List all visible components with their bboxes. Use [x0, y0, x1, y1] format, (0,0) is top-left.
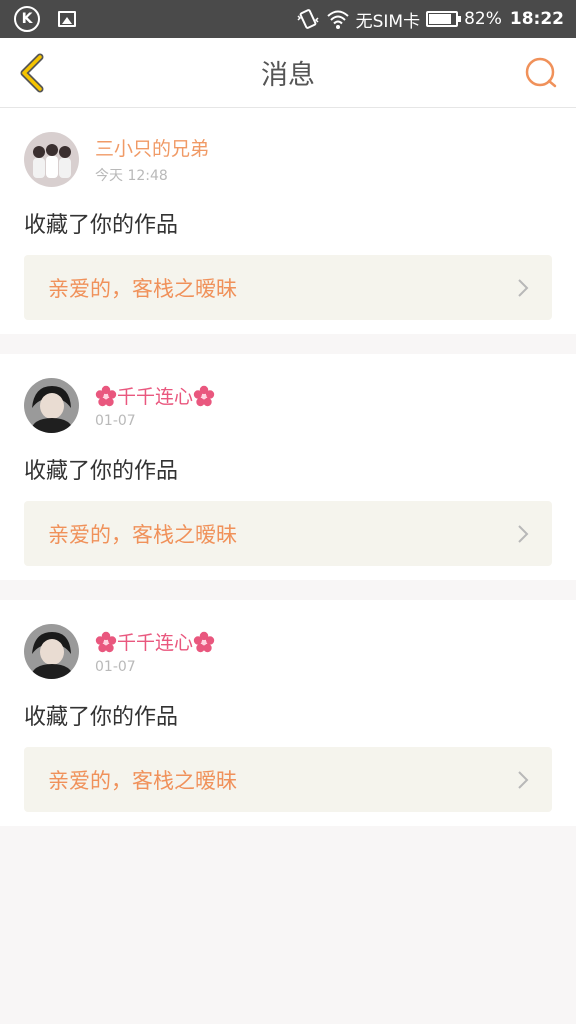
work-title: 亲爱的，客栈之暧昧 [48, 768, 237, 793]
search-button[interactable] [518, 48, 558, 98]
message-header: 千千连心 01-07 [24, 624, 552, 679]
status-bar-left: K [14, 6, 76, 32]
action-text: 收藏了你的作品 [24, 705, 179, 730]
chevron-right-icon [518, 278, 529, 297]
clock: 18:22 [509, 9, 564, 29]
carrier-text: 无SIM卡 [355, 11, 421, 32]
status-bar: K 无SIM卡 82% 18:22 [0, 0, 576, 38]
work-link[interactable]: 亲爱的，客栈之暧昧 [24, 501, 552, 566]
page-title: 消息 [261, 60, 315, 91]
status-bar-right: 无SIM卡 82% 18:22 [296, 7, 564, 32]
username[interactable]: 千千连心 [95, 382, 215, 409]
timestamp: 今天 12:48 [95, 168, 168, 184]
message-card[interactable]: 千千连心 01-07 收藏了你的作品 亲爱的，客栈之暧昧 [0, 354, 576, 580]
username[interactable]: 千千连心 [95, 628, 215, 655]
top-nav-bar: 消息 [0, 38, 576, 108]
vibrate-icon [297, 9, 319, 29]
work-title: 亲爱的，客栈之暧昧 [48, 522, 237, 547]
message-meta: 三小只的兄弟 今天 12:48 [95, 134, 209, 185]
chevron-right-icon [518, 770, 529, 789]
flower-icon [193, 631, 215, 652]
work-link[interactable]: 亲爱的，客栈之暧昧 [24, 255, 552, 320]
search-icon [525, 57, 557, 87]
back-button[interactable] [18, 48, 58, 98]
flower-icon [95, 631, 117, 652]
back-arrow-icon [20, 53, 44, 92]
k-app-icon: K [14, 6, 40, 32]
wifi-icon [326, 10, 349, 29]
message-card[interactable]: 千千连心 01-07 收藏了你的作品 亲爱的，客栈之暧昧 [0, 600, 576, 826]
work-title: 亲爱的，客栈之暧昧 [48, 276, 237, 301]
message-meta: 千千连心 01-07 [95, 382, 215, 429]
message-header: 三小只的兄弟 今天 12:48 [24, 132, 552, 187]
username[interactable]: 三小只的兄弟 [95, 134, 209, 161]
flower-icon [193, 385, 215, 406]
battery-percent: 82% [464, 9, 502, 29]
avatar[interactable] [24, 624, 79, 679]
flower-icon [95, 385, 117, 406]
timestamp: 01-07 [95, 413, 136, 429]
timestamp: 01-07 [95, 659, 136, 675]
action-text: 收藏了你的作品 [24, 213, 179, 238]
avatar[interactable] [24, 378, 79, 433]
image-notification-icon [58, 11, 76, 27]
chevron-right-icon [518, 524, 529, 543]
message-header: 千千连心 01-07 [24, 378, 552, 433]
message-meta: 千千连心 01-07 [95, 628, 215, 675]
username-text: 千千连心 [117, 632, 194, 654]
avatar[interactable] [24, 132, 79, 187]
username-text: 千千连心 [117, 386, 194, 408]
work-link[interactable]: 亲爱的，客栈之暧昧 [24, 747, 552, 812]
action-text: 收藏了你的作品 [24, 459, 179, 484]
message-card[interactable]: 三小只的兄弟 今天 12:48 收藏了你的作品 亲爱的，客栈之暧昧 [0, 108, 576, 334]
battery-icon [426, 11, 462, 27]
